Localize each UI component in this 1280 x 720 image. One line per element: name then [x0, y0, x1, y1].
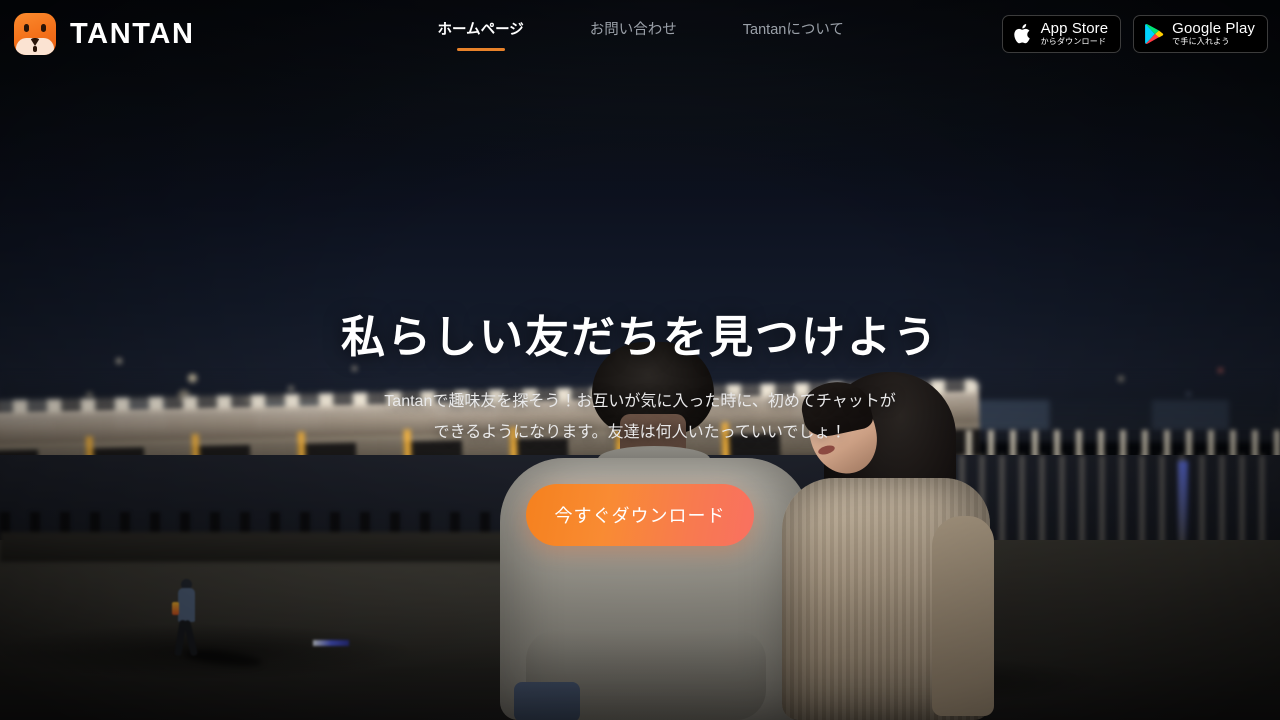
- app-store-sub-label: からダウンロード: [1040, 37, 1107, 47]
- hero-background-image: [0, 0, 1280, 720]
- app-store-text: App Store からダウンロード: [1041, 21, 1109, 46]
- app-store-badge[interactable]: App Store からダウンロード: [1001, 15, 1122, 53]
- nav-item-home[interactable]: ホームページ: [438, 18, 524, 51]
- nav-item-contact[interactable]: お問い合わせ: [590, 18, 677, 51]
- brand-logo[interactable]: TANTAN: [14, 13, 195, 55]
- google-play-text: Google Play で手に入れよう: [1172, 21, 1255, 46]
- image-vignette-overlay: [0, 0, 1280, 720]
- landing-page: TANTAN ホームページ お問い合わせ Tantanについて App Stor…: [0, 0, 1280, 720]
- active-nav-underline: [456, 47, 505, 51]
- store-badges: App Store からダウンロード Google Play で手に入れよう: [1001, 15, 1268, 53]
- nav-item-home-label: ホームページ: [437, 21, 524, 38]
- google-play-main-label: Google Play: [1172, 20, 1255, 38]
- site-header: TANTAN ホームページ お問い合わせ Tantanについて App Stor…: [0, 0, 1280, 68]
- download-now-button[interactable]: 今すぐダウンロード: [526, 483, 754, 546]
- google-play-icon: [1145, 24, 1164, 44]
- nav-item-about-label: Tantanについて: [742, 21, 844, 38]
- nav-item-contact-label: お問い合わせ: [589, 21, 677, 38]
- nav-item-about[interactable]: Tantanについて: [743, 18, 844, 51]
- google-play-sub-label: で手に入れよう: [1172, 37, 1230, 47]
- apple-icon: [1013, 24, 1030, 44]
- google-play-badge[interactable]: Google Play で手に入れよう: [1133, 15, 1268, 53]
- brand-name: TANTAN: [70, 17, 195, 50]
- main-navigation: ホームページ お問い合わせ Tantanについて: [438, 18, 844, 51]
- app-store-main-label: App Store: [1040, 20, 1109, 38]
- fox-logo-icon: [14, 13, 56, 55]
